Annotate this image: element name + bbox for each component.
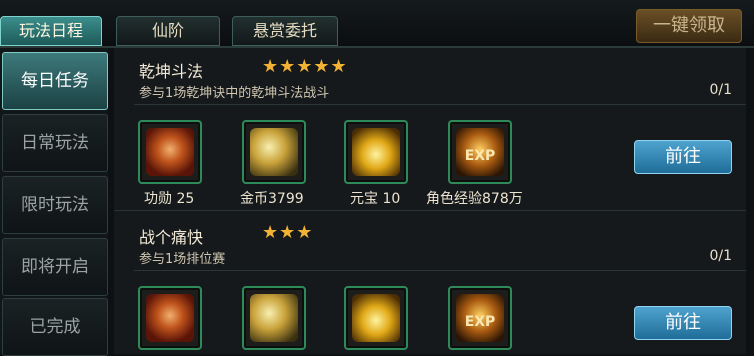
divider [134, 104, 746, 105]
reward-slot[interactable] [138, 120, 202, 184]
sidebar-item-limited-time[interactable]: 限时玩法 [2, 176, 108, 234]
reward-slot[interactable] [242, 120, 306, 184]
task-title: 战个痛快 [139, 228, 204, 247]
task-title: 乾坤斗法 [139, 62, 204, 81]
task-progress: 0/1 [709, 82, 732, 98]
claim-all-button[interactable]: 一键领取 [636, 9, 742, 43]
sidebar-item-coming-soon[interactable]: 即将开启 [2, 238, 108, 296]
medal-icon [146, 128, 194, 176]
sidebar: 每日任务 日常玩法 限时玩法 即将开启 已完成 [0, 48, 108, 356]
gold-coins-icon [250, 294, 298, 342]
reward-label: 角色经验878万 [426, 191, 523, 207]
yuanbao-icon [352, 294, 400, 342]
star-rating: ★★★★★ [262, 56, 348, 77]
reward-label: 功勋 25 [144, 191, 195, 207]
exp-icon: EXP [456, 128, 504, 176]
task-progress: 0/1 [709, 248, 732, 264]
medal-icon [146, 294, 194, 342]
sidebar-item-daily-tasks[interactable]: 每日任务 [2, 52, 108, 110]
task-card: 战个痛快 ★★★ 参与1场排位赛 0/1 EXP 前往 [114, 214, 746, 354]
tab-immortal-rank[interactable]: 仙阶 [116, 16, 220, 46]
tab-bounty-commission[interactable]: 悬赏委托 [232, 16, 338, 46]
sidebar-item-routine-gameplay[interactable]: 日常玩法 [2, 114, 108, 172]
reward-label: 金币3799 [240, 191, 304, 207]
yuanbao-icon [352, 128, 400, 176]
sidebar-item-completed[interactable]: 已完成 [2, 298, 108, 356]
reward-slot[interactable] [344, 286, 408, 350]
reward-slot[interactable] [344, 120, 408, 184]
top-tab-bar: 玩法日程 仙阶 悬赏委托 一键领取 [0, 0, 754, 48]
star-rating: ★★★ [262, 222, 314, 243]
task-description: 参与1场乾坤诀中的乾坤斗法战斗 [139, 86, 330, 101]
reward-slot[interactable]: EXP [448, 286, 512, 350]
reward-label: 元宝 10 [350, 191, 401, 207]
exp-icon: EXP [456, 294, 504, 342]
task-list: 乾坤斗法 ★★★★★ 参与1场乾坤诀中的乾坤斗法战斗 0/1 功勋 25 金币3… [114, 48, 746, 354]
reward-slot[interactable] [242, 286, 306, 350]
divider [134, 270, 746, 271]
task-description: 参与1场排位赛 [139, 252, 226, 267]
gold-coins-icon [250, 128, 298, 176]
tab-gameplay-schedule[interactable]: 玩法日程 [0, 16, 102, 46]
reward-slot[interactable] [138, 286, 202, 350]
task-card: 乾坤斗法 ★★★★★ 参与1场乾坤诀中的乾坤斗法战斗 0/1 功勋 25 金币3… [114, 48, 746, 211]
go-button[interactable]: 前往 [634, 306, 732, 340]
go-button[interactable]: 前往 [634, 140, 732, 174]
reward-slot[interactable]: EXP [448, 120, 512, 184]
